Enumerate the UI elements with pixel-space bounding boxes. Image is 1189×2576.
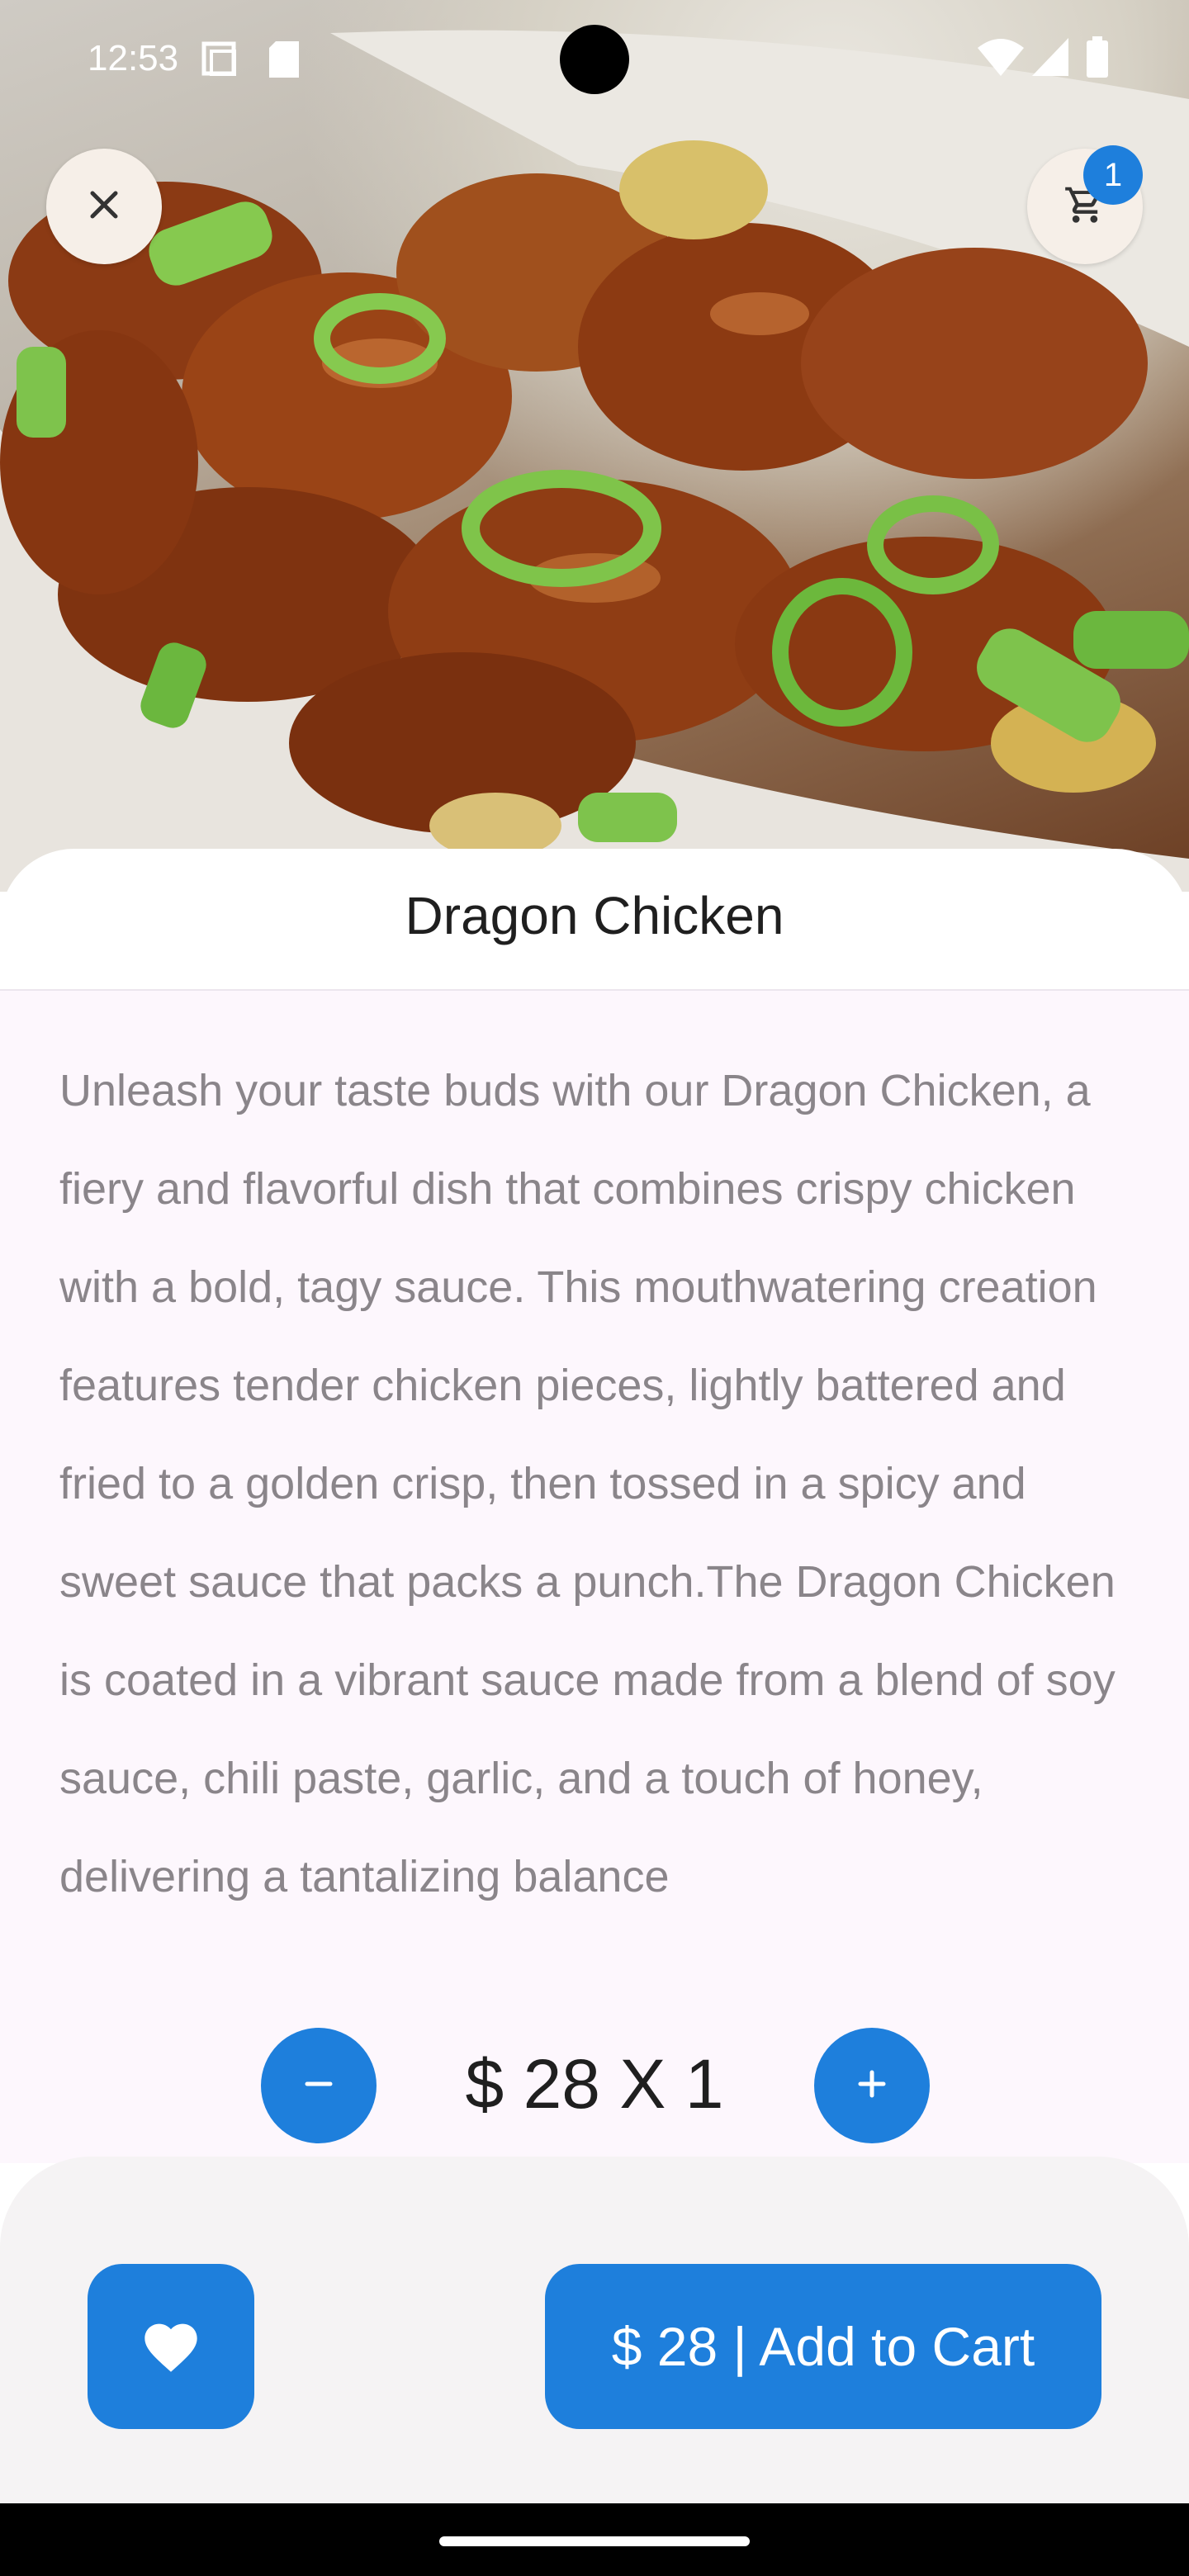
close-icon: [88, 188, 121, 225]
increase-quantity-button[interactable]: [814, 2028, 930, 2143]
food-image: [0, 0, 1189, 892]
add-to-cart-button[interactable]: $ 28 | Add to Cart: [545, 2264, 1101, 2429]
screenshot-icon: [201, 41, 239, 87]
decrease-quantity-button[interactable]: [261, 2028, 377, 2143]
close-button[interactable]: [46, 149, 162, 264]
plus-icon: [855, 2067, 888, 2105]
signal-icon: [1032, 38, 1068, 85]
product-title: Dragon Chicken: [405, 886, 784, 945]
food-photo-illustration: [0, 30, 1189, 892]
minus-icon: [302, 2067, 335, 2105]
battery-icon: [1087, 36, 1108, 87]
status-time: 12:53: [88, 38, 179, 78]
price-quantity-label: $ 28 X 1: [465, 2045, 724, 2123]
sd-card-icon: [269, 41, 299, 87]
product-description[interactable]: Unleash your taste buds with our Dragon …: [59, 1042, 1141, 2000]
favorite-button[interactable]: [88, 2264, 254, 2429]
heart-icon: [140, 2316, 202, 2378]
cart-count-badge: 1: [1083, 145, 1143, 205]
home-gesture-handle[interactable]: [439, 2536, 750, 2546]
wifi-icon: [978, 38, 1024, 85]
camera-cutout: [560, 25, 629, 94]
